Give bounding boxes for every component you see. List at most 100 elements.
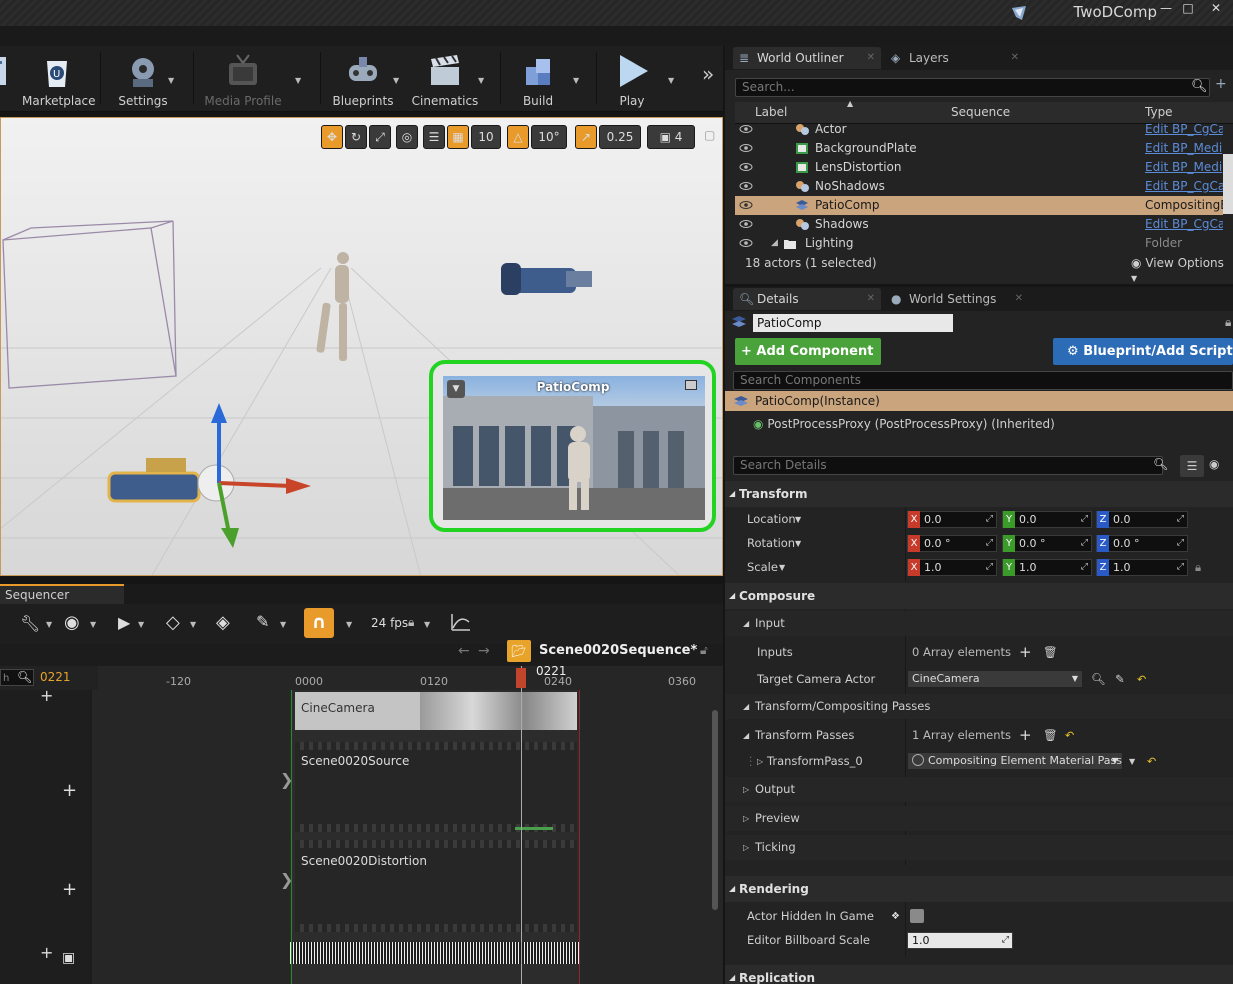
add-track-icon[interactable]: +	[62, 879, 77, 900]
edit-blueprint-link[interactable]: Edit BP_Medi	[1145, 139, 1223, 158]
section-rendering[interactable]: ◢ Rendering	[725, 876, 1233, 902]
edit-pencil-icon[interactable]: ✎	[256, 612, 269, 631]
rotation-y-input[interactable]: Y 0.0 ° ⤢	[1002, 535, 1092, 552]
track-section[interactable]: Scene0020Distortion	[295, 840, 577, 932]
edit-dropdown-icon[interactable]: ▼	[280, 620, 286, 629]
edit-blueprint-link[interactable]: Edit BP_CgCa	[1145, 215, 1223, 234]
settings-dropdown-icon[interactable]: ▼	[168, 76, 174, 85]
list-item[interactable]: Actor Edit BP_CgCa	[735, 120, 1223, 139]
sequence-lock-icon[interactable]: 🔓︎	[700, 643, 708, 658]
scale-snap-icon[interactable]: ↗	[575, 125, 597, 149]
list-item[interactable]: LensDistortion Edit BP_Medi	[735, 158, 1223, 177]
visibility-eye-icon[interactable]	[739, 239, 753, 247]
blueprints-dropdown-icon[interactable]: ▼	[393, 76, 399, 85]
add-element-icon[interactable]: +	[1019, 640, 1032, 665]
component-row[interactable]: ◉ PostProcessProxy (PostProcessProxy) (I…	[753, 417, 1055, 431]
level-viewport[interactable]: ✥ ↻ ⤢ ◎ ☰ ▦ 10 △ 10° ↗ 0.25 ▣ 4 ▢ ▼ Pati…	[0, 117, 723, 576]
reset-default-icon[interactable]: ↶	[1137, 667, 1146, 692]
sequence-folder-icon[interactable]: 📂︎	[507, 640, 531, 662]
track-area[interactable]: CineCamera Scene0020Source Scene0020Dist…	[92, 690, 723, 984]
key-icon[interactable]: ◇	[166, 612, 180, 633]
wrench-icon[interactable]: 🔧︎	[20, 614, 40, 633]
tab-layers[interactable]: ◈ Layers ✕	[885, 47, 1025, 69]
scale-mode-icon[interactable]: ⤢	[369, 125, 391, 149]
ticking-category[interactable]: ▷ Ticking	[725, 835, 1233, 860]
time-ruler[interactable]: -120 0000 0120 0240 0360 0221	[98, 664, 723, 690]
add-track-icon[interactable]: +	[40, 943, 53, 962]
visibility-eye-icon[interactable]	[739, 220, 753, 228]
track-section[interactable]: CineCamera	[295, 692, 577, 730]
scale-snap-value[interactable]: 0.25	[599, 125, 641, 149]
tab-world-outliner[interactable]: ≣ World Outliner ✕	[733, 47, 881, 69]
play-dropdown-icon[interactable]: ▼	[668, 76, 674, 85]
pass-options-dropdown-icon[interactable]: ▼	[1129, 749, 1135, 774]
component-instance-row[interactable]: PatioComp(Instance)	[725, 391, 1233, 411]
rotation-snap-icon[interactable]: △	[507, 125, 529, 149]
add-track-icon[interactable]: +	[62, 780, 77, 801]
rotation-x-input[interactable]: X 0.0 ° ⤢	[907, 535, 997, 552]
curve-editor-icon[interactable]	[450, 612, 472, 632]
wrench-dropdown-icon[interactable]: ▼	[46, 620, 52, 629]
collapse-arrow-icon[interactable]: ◢	[771, 234, 778, 252]
visibility-eye-icon[interactable]	[739, 125, 753, 133]
grid-snap-icon[interactable]: ▦	[447, 125, 469, 149]
grid-snap-value[interactable]: 10	[471, 125, 501, 149]
media-profile-button[interactable]: Media Profile	[200, 50, 286, 110]
column-label[interactable]: Label	[755, 105, 787, 119]
playhead-handle[interactable]	[516, 668, 526, 688]
tab-sequencer[interactable]: Sequencer	[0, 584, 124, 604]
search-details-input[interactable]: Search Details	[733, 456, 1163, 475]
preview-category[interactable]: ▷ Preview	[725, 806, 1233, 831]
trash-icon[interactable]: 🗑︎	[1043, 723, 1058, 748]
view-options-button[interactable]: ◉ View Options ▼	[1131, 256, 1233, 284]
list-item[interactable]: NoShadows Edit BP_CgCa	[735, 177, 1223, 196]
transform-pass-dropdown[interactable]: Compositing Element Material Pass ▼	[907, 752, 1123, 770]
translate-mode-icon[interactable]: ✥	[321, 125, 343, 149]
auto-key-icon[interactable]: ◈	[216, 612, 230, 633]
blueprints-button[interactable]: Blueprints	[332, 50, 394, 110]
billboard-scale-input[interactable]: 1.0 ⤢	[907, 932, 1013, 949]
object-name-input[interactable]: PatioComp	[753, 314, 953, 332]
add-actor-icon[interactable]: +	[1215, 76, 1227, 92]
property-matrix-icon[interactable]: ☰	[1180, 455, 1204, 477]
target-camera-dropdown[interactable]: CineCamera ▼	[907, 670, 1083, 688]
visibility-eye-icon[interactable]	[739, 144, 753, 152]
track-scrollbar[interactable]	[712, 710, 718, 910]
lock-icon[interactable]: 🔒︎	[1225, 315, 1231, 330]
list-item-selected[interactable]: PatioComp CompositingE	[735, 196, 1223, 215]
close-tab-icon[interactable]: ✕	[867, 288, 875, 310]
rotation-z-input[interactable]: Z 0.0 ° ⤢	[1096, 535, 1188, 552]
nav-back-icon[interactable]: ←	[458, 643, 470, 659]
scale-x-input[interactable]: X 1.0 ⤢	[907, 559, 997, 576]
minimize-button[interactable]: —	[1155, 0, 1177, 16]
lock-scale-icon[interactable]: 🔒︎	[1195, 555, 1201, 580]
track-section[interactable]: Scene0020Source	[295, 742, 577, 832]
preview-options-dropdown[interactable]: ▼	[447, 380, 465, 398]
camera-speed-button[interactable]: ▣ 4	[647, 125, 695, 149]
rotate-mode-icon[interactable]: ↻	[345, 125, 367, 149]
edit-blueprint-link[interactable]: Edit BP_CgCa	[1145, 177, 1223, 196]
nav-forward-icon[interactable]: →	[478, 643, 490, 659]
add-element-icon[interactable]: +	[1019, 723, 1032, 748]
view-options-eye-icon[interactable]: ◉	[64, 612, 80, 633]
actor-hidden-checkbox[interactable]	[910, 909, 924, 923]
tab-details[interactable]: 🔍︎ Details ✕	[733, 288, 881, 310]
build-dropdown-icon[interactable]: ▼	[573, 76, 579, 85]
list-item[interactable]: Shadows Edit BP_CgCa	[735, 215, 1223, 234]
lock-icon[interactable]: 🔒︎	[408, 615, 414, 630]
toolbar-overflow-button[interactable]: »	[702, 62, 714, 86]
settings-button[interactable]: Settings	[112, 50, 174, 110]
visibility-eye-icon[interactable]	[739, 163, 753, 171]
trash-icon[interactable]: 🗑︎	[1043, 640, 1058, 665]
browse-icon[interactable]: 🔍︎	[1091, 667, 1106, 692]
column-type[interactable]: Type	[1145, 105, 1173, 119]
close-tab-icon[interactable]: ✕	[1015, 288, 1023, 310]
close-tab-icon[interactable]: ✕	[1011, 47, 1019, 69]
maximize-button[interactable]: □	[1177, 0, 1199, 16]
fps-selector[interactable]: 24 fps	[371, 616, 408, 630]
search-components-input[interactable]: Search Components	[733, 371, 1233, 390]
playback-dropdown-icon[interactable]: ▼	[138, 620, 144, 629]
current-frame[interactable]: 0221	[40, 670, 71, 684]
location-x-input[interactable]: X 0.0 ⤢	[907, 511, 997, 528]
marketplace-button[interactable]: U Marketplace	[22, 50, 96, 110]
